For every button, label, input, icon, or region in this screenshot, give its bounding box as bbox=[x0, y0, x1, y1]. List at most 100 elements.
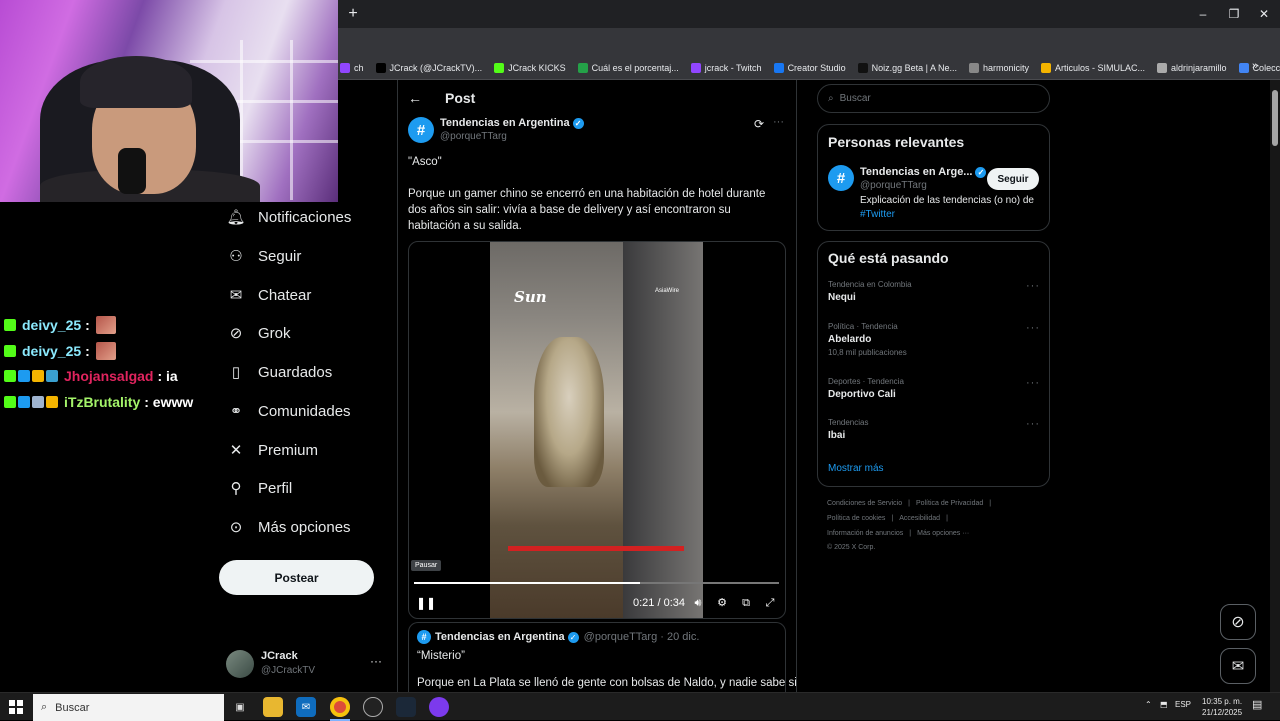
trend-more-icon[interactable]: ··· bbox=[1026, 280, 1040, 292]
footer-link[interactable]: Accesibilidad bbox=[899, 515, 940, 522]
trend-more-icon[interactable]: ··· bbox=[1026, 418, 1040, 430]
bookmark-item[interactable]: Colección de M_blei... bbox=[1238, 62, 1280, 73]
close-window-button[interactable]: ✕ bbox=[1254, 5, 1274, 23]
next-author-handle[interactable]: @porqueTTarg bbox=[584, 631, 658, 643]
taskbar-search-input[interactable]: ⌕ Buscar bbox=[33, 694, 224, 721]
video-progress-bar[interactable] bbox=[414, 582, 779, 584]
post-more-icon[interactable]: ··· bbox=[773, 116, 784, 128]
bookmark-item[interactable]: JCrack KICKS bbox=[494, 62, 566, 73]
minimize-button[interactable]: – bbox=[1193, 5, 1213, 23]
nav-item-label: Guardados bbox=[258, 363, 333, 381]
video-watermark: Sun bbox=[514, 288, 547, 306]
nav-item-premium[interactable]: ✕ Premium bbox=[226, 435, 318, 465]
restore-button[interactable]: ❐ bbox=[1224, 5, 1244, 23]
footer-link[interactable]: Información de anuncios bbox=[827, 530, 903, 537]
bookmark-item[interactable]: jcrack - Twitch bbox=[690, 62, 762, 73]
nav-item-grok[interactable]: ⊘ Grok bbox=[226, 318, 291, 348]
bookmark-item[interactable]: Articulos - SIMULAC... bbox=[1041, 62, 1145, 73]
scrollbar-thumb[interactable] bbox=[1272, 90, 1278, 146]
obs-icon[interactable] bbox=[363, 697, 383, 717]
relevant-name: Tendencias en Arge... bbox=[860, 166, 973, 178]
messages-fab-button[interactable]: ✉ bbox=[1220, 648, 1256, 684]
mail-app-icon[interactable]: ✉ bbox=[296, 697, 316, 717]
settings-gear-icon[interactable]: ⚙ bbox=[715, 596, 729, 610]
next-author-name[interactable]: Tendencias en Argentina bbox=[435, 631, 565, 643]
fullscreen-icon[interactable]: ⤢ bbox=[763, 596, 777, 610]
account-switcher[interactable]: JCrack @JCrackTV ··· bbox=[226, 648, 386, 684]
nav-item-seguir[interactable]: ⚇ Seguir bbox=[226, 241, 301, 271]
chat-badge-icon bbox=[18, 370, 30, 382]
file-explorer-icon[interactable] bbox=[263, 697, 283, 717]
author-name-row[interactable]: Tendencias en Argentina ✓ bbox=[440, 117, 584, 129]
trend-more-icon[interactable]: ··· bbox=[1026, 377, 1040, 389]
page-scrollbar[interactable] bbox=[1270, 80, 1280, 692]
relevant-name-row[interactable]: Tendencias en Arge... ✓ bbox=[860, 166, 987, 178]
footer-link[interactable]: Política de Privacidad bbox=[916, 500, 983, 507]
tray-expand-icon[interactable]: ⌃ bbox=[1145, 700, 1152, 709]
bookmark-item[interactable]: JCrack (@JCrackTV)... bbox=[375, 62, 482, 73]
trend-item[interactable]: Tendencias Ibai ··· bbox=[828, 418, 1040, 441]
panel-title: Personas relevantes bbox=[828, 134, 965, 150]
show-more-link[interactable]: Mostrar más bbox=[828, 463, 884, 474]
discord-icon[interactable] bbox=[429, 697, 449, 717]
video-frame: Sun AsiaWire bbox=[490, 242, 703, 618]
bookmark-favicon-icon bbox=[577, 62, 588, 73]
trend-item[interactable]: Política · Tendencia Abelardo 10,8 mil pub… bbox=[828, 322, 1040, 357]
nav-item-mas-opciones[interactable]: ⊙ Más opciones bbox=[226, 512, 351, 542]
copyright: © 2025 X Corp. bbox=[827, 544, 876, 551]
more-bookmarks-icon[interactable]: » bbox=[1252, 60, 1258, 72]
bookmark-item[interactable]: Noiz.gg Beta | A Ne... bbox=[857, 62, 957, 73]
bookmark-label: jcrack - Twitch bbox=[704, 62, 762, 73]
relevant-avatar[interactable]: # bbox=[828, 165, 854, 191]
nav-item-comunidades[interactable]: ⚭ Comunidades bbox=[226, 396, 351, 426]
nav-item-label: Más opciones bbox=[258, 518, 351, 536]
pip-icon[interactable]: ⧉ bbox=[739, 596, 753, 610]
volume-icon[interactable]: 🔊︎ bbox=[691, 596, 705, 610]
trend-item[interactable]: Tendencia en Colombia Nequi ··· bbox=[828, 280, 1040, 303]
bookmark-icon: ▯ bbox=[231, 364, 241, 381]
back-arrow-icon[interactable]: ← bbox=[408, 90, 422, 106]
trend-more-icon[interactable]: ··· bbox=[1026, 322, 1040, 334]
search-input[interactable]: ⌕ Buscar bbox=[817, 84, 1050, 113]
post-body: Porque un gamer chino se encerró en una … bbox=[408, 188, 766, 232]
clock[interactable]: 10:35 p. m. 21/12/2025 bbox=[1202, 696, 1242, 718]
steam-icon[interactable] bbox=[396, 697, 416, 717]
footer-link[interactable]: Política de cookies bbox=[827, 515, 885, 522]
bookmark-item[interactable]: Cuál es el porcentaj... bbox=[577, 62, 679, 73]
new-tab-button[interactable]: + bbox=[344, 5, 362, 23]
bookmark-favicon-icon bbox=[690, 62, 701, 73]
trend-meta: Tendencia en Colombia bbox=[828, 280, 912, 289]
author-avatar[interactable]: # bbox=[408, 117, 434, 143]
video-player[interactable]: Sun AsiaWire bbox=[408, 241, 786, 619]
windows-start-icon[interactable] bbox=[9, 700, 23, 714]
post-button[interactable]: Postear bbox=[219, 560, 374, 595]
author-handle[interactable]: @porqueTTarg bbox=[440, 131, 507, 142]
footer-link[interactable]: Condiciones de Servicio bbox=[827, 500, 902, 507]
bookmark-item[interactable]: ch bbox=[340, 62, 364, 73]
nav-item-guardados[interactable]: ▯ Guardados bbox=[226, 357, 332, 387]
grok-icon[interactable]: ⟳ bbox=[754, 117, 764, 131]
language-indicator[interactable]: ESP bbox=[1175, 700, 1191, 709]
chrome-icon[interactable] bbox=[330, 697, 350, 717]
follow-button[interactable]: Seguir bbox=[987, 168, 1039, 190]
bookmark-item[interactable]: Creator Studio bbox=[773, 62, 846, 73]
task-view-icon[interactable]: ▣ bbox=[230, 697, 250, 717]
bookmark-item[interactable]: harmonicity bbox=[968, 62, 1029, 73]
grok-fab-button[interactable]: ⊘ bbox=[1220, 604, 1256, 640]
trend-item[interactable]: Deportes · Tendencia Deportivo Cali ··· bbox=[828, 377, 1040, 400]
bookmark-favicon-icon bbox=[968, 62, 979, 73]
relevant-handle[interactable]: @porqueTTarg bbox=[860, 180, 927, 191]
bookmark-item[interactable]: aldrinjaramillo bbox=[1157, 62, 1227, 73]
account-name: JCrack bbox=[261, 650, 298, 662]
footer-link[interactable]: Más opciones ··· bbox=[917, 530, 969, 537]
nav-item-notificaciones[interactable]: 🔔︎ Notificaciones bbox=[226, 202, 351, 232]
network-icon[interactable]: ⬒ bbox=[1160, 700, 1168, 709]
nav-item-chatear[interactable]: ✉ Chatear bbox=[226, 280, 312, 310]
pause-icon[interactable]: ❚❚ bbox=[416, 596, 436, 610]
trend-name: Abelardo bbox=[828, 334, 872, 345]
bookmark-favicon-icon bbox=[375, 62, 386, 73]
more-icon[interactable]: ··· bbox=[370, 654, 382, 668]
bio-hashtag-link[interactable]: #Twitter bbox=[860, 209, 895, 220]
notifications-icon[interactable]: ▤ bbox=[1252, 698, 1262, 711]
nav-item-perfil[interactable]: ⚲ Perfil bbox=[226, 473, 293, 503]
